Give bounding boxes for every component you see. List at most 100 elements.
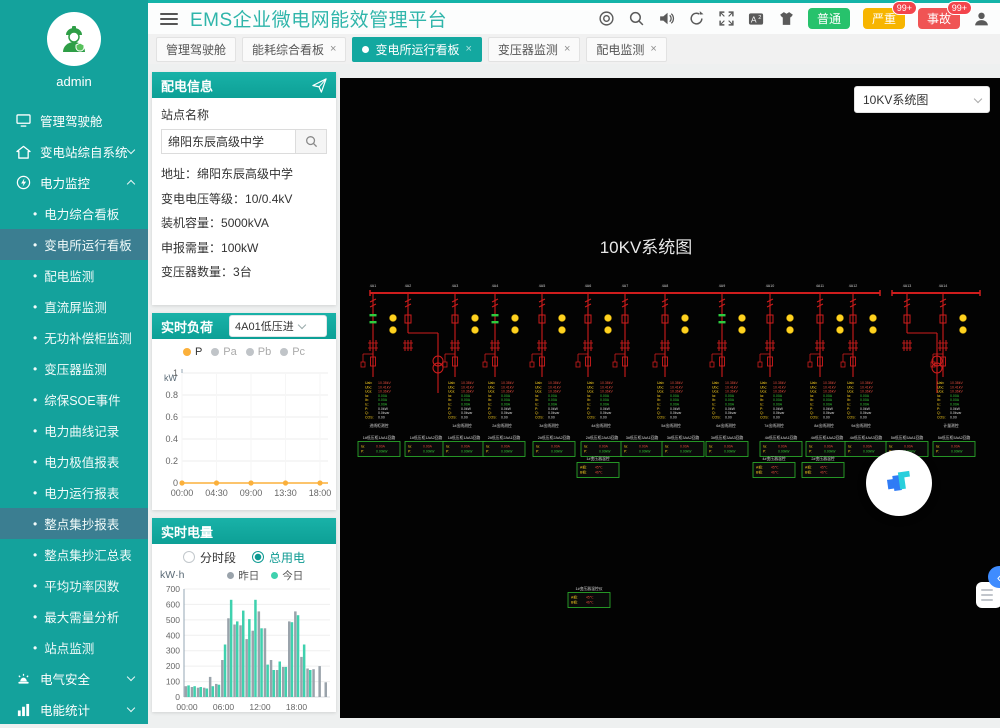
svg-text:0: 0 (173, 478, 178, 488)
radio-总用电[interactable]: 总用电 (252, 549, 305, 566)
bullet-icon: • (33, 207, 37, 221)
svg-text:0.00A: 0.00A (461, 445, 471, 449)
search-icon[interactable] (628, 10, 645, 27)
sidebar-subitem-2-11[interactable]: •整点集抄汇总表 (0, 539, 148, 570)
sidebar-item-1[interactable]: 变电站综自系统 (0, 136, 148, 167)
legend-item-P[interactable]: P (183, 346, 202, 358)
site-search-button[interactable] (295, 129, 327, 154)
bullet-icon: • (33, 393, 37, 407)
chevron-down-icon (127, 146, 135, 154)
sidebar-subitem-2-9[interactable]: •电力运行报表 (0, 477, 148, 508)
sidebar-subitem-2-5[interactable]: •变压器监测 (0, 353, 148, 384)
alarm-badge-0[interactable]: 普通 (808, 8, 850, 29)
alarm-icon (16, 671, 31, 686)
user-icon[interactable] (973, 10, 990, 27)
sidebar-subitem-2-6[interactable]: •综保SOE事件 (0, 384, 148, 415)
svg-text:0.00: 0.00 (461, 415, 468, 419)
svg-text:COS:: COS: (488, 415, 497, 419)
svg-text:0.00kW: 0.00kW (778, 450, 790, 454)
menu-toggle-icon[interactable] (160, 10, 178, 28)
svg-text:4A8: 4A8 (662, 284, 668, 288)
legend-item-Pc[interactable]: Pc (280, 346, 305, 358)
info-value: 10/0.4kV (245, 192, 292, 206)
energy-mode-radios: 分时段总用电 (152, 547, 336, 567)
svg-text:P:: P: (486, 450, 489, 454)
avatar[interactable] (47, 12, 101, 66)
svg-text:0.00: 0.00 (773, 415, 780, 419)
svg-text:0.00A: 0.00A (863, 445, 873, 449)
sidebar-subitem-2-10[interactable]: •整点集抄报表 (0, 508, 148, 539)
target-icon[interactable] (598, 10, 615, 27)
diagram-select-value: 10KV系统图 (863, 91, 928, 108)
theme-icon[interactable] (778, 10, 795, 27)
sidebar-subitem-label: 平均功率因数 (44, 576, 119, 595)
chevron-down-icon (297, 321, 305, 329)
tab-2[interactable]: 变电所运行看板× (352, 37, 481, 62)
search-icon (305, 135, 318, 148)
info-value: 3台 (233, 265, 252, 279)
svg-text:0.00A: 0.00A (639, 445, 649, 449)
send-icon[interactable] (312, 78, 327, 93)
refresh-icon[interactable] (688, 10, 705, 27)
sidebar-subitem-2-4[interactable]: •无功补偿柜监测 (0, 322, 148, 353)
svg-text:0.6: 0.6 (165, 412, 178, 422)
sidebar-subitem-label: 电力运行报表 (44, 483, 119, 502)
font-size-icon[interactable]: A2 (748, 10, 765, 27)
svg-text:A: A (751, 14, 757, 24)
sidebar-subitem-2-12[interactable]: •平均功率因数 (0, 570, 148, 601)
fullscreen-icon[interactable] (718, 10, 735, 27)
svg-text:0.00: 0.00 (378, 415, 385, 419)
diagram-select[interactable]: 10KV系统图 (854, 86, 990, 113)
bullet-icon: • (33, 641, 37, 655)
svg-text:1#低压柜1AA1回路: 1#低压柜1AA1回路 (363, 435, 396, 440)
svg-text:5#出线测控: 5#出线测控 (661, 423, 681, 428)
feeder-select[interactable]: 4A01低压进 (229, 315, 327, 337)
legend-item-昨日[interactable]: 昨日 (227, 568, 259, 583)
distribution-info-card: 配电信息 站点名称 地址：绵阳东辰高级中学变电电压等级：10/0.4kV装机容量… (152, 72, 336, 305)
site-name-input[interactable] (161, 129, 295, 154)
svg-text:3#低压柜3AA1回路: 3#低压柜3AA1回路 (626, 435, 659, 440)
radio-分时段[interactable]: 分时段 (183, 549, 236, 566)
sidebar-subitem-2-8[interactable]: •电力极值报表 (0, 446, 148, 477)
sidebar-item-2[interactable]: 电力监控 (0, 167, 148, 198)
close-icon[interactable]: × (650, 43, 656, 55)
info-label: 地址： (161, 167, 197, 181)
legend-item-Pb[interactable]: Pb (246, 346, 271, 358)
legend-item-Pa[interactable]: Pa (211, 346, 236, 358)
close-icon[interactable]: × (330, 43, 336, 55)
tab-3[interactable]: 变压器监测× (488, 37, 580, 62)
sidebar-subitem-2-3[interactable]: •直流屏监测 (0, 291, 148, 322)
sidebar-subitem-2-2[interactable]: •配电监测 (0, 260, 148, 291)
svg-text:45℃: 45℃ (595, 466, 603, 470)
alarm-badge-1[interactable]: 严重99+ (863, 8, 905, 29)
sidebar-item-3[interactable]: 电气安全 (0, 663, 148, 694)
svg-text:Ia:: Ia: (408, 445, 412, 449)
tab-4[interactable]: 配电监测× (586, 37, 666, 62)
sidebar-item-label: 变电站综自系统 (40, 142, 128, 161)
svg-text:P:: P: (361, 450, 364, 454)
close-icon[interactable]: × (465, 43, 471, 55)
info-value: 100kW (221, 241, 258, 255)
load-legend: P Pa Pb Pc (152, 343, 336, 361)
sidebar-subitem-2-14[interactable]: •站点监测 (0, 632, 148, 663)
volume-icon[interactable] (658, 10, 675, 27)
meeting-logo[interactable] (866, 450, 932, 516)
badge-count: 99+ (892, 1, 917, 15)
svg-text:进线柜测控: 进线柜测控 (370, 423, 389, 428)
legend-item-今日[interactable]: 今日 (271, 568, 303, 583)
active-dot (362, 46, 369, 53)
sidebar-item-4[interactable]: 电能统计 (0, 694, 148, 725)
tab-0[interactable]: 管理驾驶舱 (156, 37, 236, 62)
sidebar-subitem-2-1[interactable]: •变电所运行看板 (0, 229, 148, 260)
svg-text:4A13: 4A13 (903, 284, 911, 288)
close-icon[interactable]: × (564, 43, 570, 55)
bullet-icon: • (33, 610, 37, 624)
sidebar-item-0[interactable]: 管理驾驶舱 (0, 105, 148, 136)
sidebar-subitem-2-13[interactable]: •最大需量分析 (0, 601, 148, 632)
alarm-badge-2[interactable]: 事故99+ (918, 8, 960, 29)
tab-1[interactable]: 能耗综合看板× (242, 37, 346, 62)
sidebar-subitem-2-7[interactable]: •电力曲线记录 (0, 415, 148, 446)
svg-text:8#出线测控: 8#出线测控 (814, 423, 834, 428)
realtime-energy-card: 实时电量 分时段总用电 kW·h昨日今日 0100200300400500600… (152, 518, 336, 712)
sidebar-subitem-2-0[interactable]: •电力综合看板 (0, 198, 148, 229)
